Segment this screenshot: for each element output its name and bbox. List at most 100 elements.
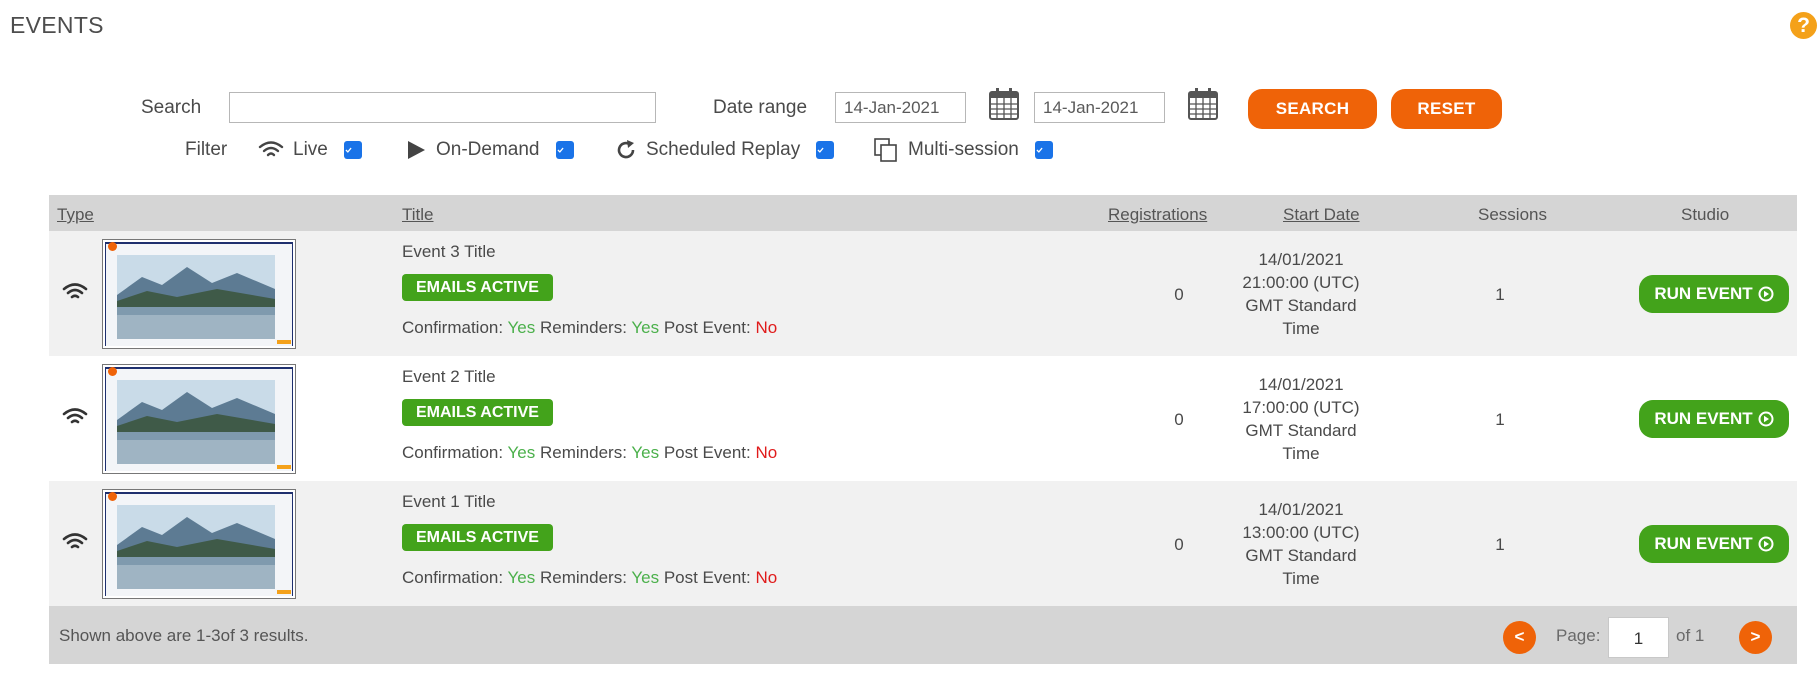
table-row: Event 3 Title EMAILS ACTIVE Confirmation… <box>49 231 1797 356</box>
run-event-label: RUN EVENT <box>1654 284 1753 303</box>
sessions-count: 1 <box>1495 285 1505 304</box>
reminders-value: Yes <box>631 568 660 587</box>
search-input[interactable] <box>229 92 656 123</box>
table-footer: Shown above are 1-3of 3 results. < Page:… <box>49 606 1797 664</box>
run-event-label: RUN EVENT <box>1654 409 1753 428</box>
event-title[interactable]: Event 2 Title <box>402 367 496 387</box>
play-circle-icon <box>1758 536 1774 552</box>
table-row: Event 1 Title EMAILS ACTIVE Confirmation… <box>49 481 1797 606</box>
replay-icon <box>617 140 635 159</box>
reset-button[interactable]: RESET <box>1391 89 1502 129</box>
page-label: Page: <box>1556 626 1601 645</box>
landscape-image <box>117 505 275 589</box>
filter-multi-session-checkbox[interactable] <box>1034 141 1053 159</box>
filter-live[interactable]: Live <box>258 136 362 164</box>
table-header: Type Title Registrations Start Date Sess… <box>49 195 1797 231</box>
page-number-input[interactable]: 1 <box>1608 617 1669 658</box>
header-start-date[interactable]: Start Date <box>1283 205 1360 225</box>
date-to-input[interactable] <box>1034 92 1165 123</box>
filter-on-demand-checkbox[interactable] <box>555 141 574 159</box>
header-registrations[interactable]: Registrations <box>1108 205 1207 225</box>
play-circle-icon <box>1758 286 1774 302</box>
page-total: of 1 <box>1676 626 1705 645</box>
registrations-count: 0 <box>1174 410 1184 429</box>
start-date-timezone-suffix: Time <box>1282 319 1320 338</box>
event-thumbnail[interactable] <box>102 364 296 474</box>
next-page-button[interactable]: > <box>1739 621 1772 654</box>
filter-live-label: Live <box>293 139 328 160</box>
header-title[interactable]: Title <box>402 205 434 225</box>
landscape-image <box>117 255 275 339</box>
start-date-timezone-suffix: Time <box>1282 569 1320 588</box>
start-date-time: 17:00:00 (UTC) <box>1242 398 1360 417</box>
calendar-icon[interactable] <box>1186 87 1220 121</box>
post-event-label: Post Event: <box>663 568 751 587</box>
landscape-image <box>117 380 275 464</box>
post-event-value: No <box>755 318 778 337</box>
filter-scheduled-replay-label: Scheduled Replay <box>646 139 801 160</box>
table-row: Event 2 Title EMAILS ACTIVE Confirmation… <box>49 356 1797 481</box>
header-type[interactable]: Type <box>57 205 94 225</box>
search-button[interactable]: SEARCH <box>1248 89 1377 129</box>
post-event-label: Post Event: <box>663 318 751 337</box>
emails-active-badge: EMAILS ACTIVE <box>402 524 553 551</box>
header-studio: Studio <box>1681 205 1730 224</box>
run-event-button[interactable]: RUN EVENT <box>1639 525 1789 563</box>
events-table: Type Title Registrations Start Date Sess… <box>49 195 1797 664</box>
wifi-icon <box>62 283 88 299</box>
start-date: 14/01/2021 13:00:00 (UTC) GMT Standard T… <box>1221 498 1381 590</box>
check-icon <box>345 147 352 153</box>
start-date-time: 21:00:00 (UTC) <box>1242 273 1360 292</box>
run-event-button[interactable]: RUN EVENT <box>1639 275 1789 313</box>
filter-scheduled-replay[interactable]: Scheduled Replay <box>615 136 835 164</box>
confirmation-label: Confirmation: <box>402 443 504 462</box>
event-thumbnail[interactable] <box>102 239 296 349</box>
post-event-label: Post Event: <box>663 443 751 462</box>
confirmation-label: Confirmation: <box>402 318 504 337</box>
page-title: EVENTS <box>10 12 104 38</box>
event-title[interactable]: Event 3 Title <box>402 242 496 262</box>
start-date-timezone: GMT Standard <box>1245 421 1357 440</box>
start-date-day: 14/01/2021 <box>1258 500 1344 519</box>
filter-multi-session-label: Multi-session <box>908 139 1019 160</box>
confirmation-value: Yes <box>507 318 536 337</box>
date-range-label: Date range <box>713 97 808 118</box>
confirmation-value: Yes <box>507 568 536 587</box>
run-event-button[interactable]: RUN EVENT <box>1639 400 1789 438</box>
search-label: Search <box>141 97 202 118</box>
event-thumbnail[interactable] <box>102 489 296 599</box>
registrations-count: 0 <box>1174 285 1184 304</box>
wifi-icon <box>258 141 284 157</box>
start-date-timezone-suffix: Time <box>1282 444 1320 463</box>
filter-multi-session[interactable]: Multi-session <box>873 136 1053 164</box>
sessions-count: 1 <box>1495 535 1505 554</box>
reminders-label: Reminders: <box>540 568 627 587</box>
help-icon[interactable]: ? <box>1790 12 1817 39</box>
run-event-label: RUN EVENT <box>1654 534 1753 553</box>
calendar-icon[interactable] <box>987 87 1021 121</box>
copy-icon <box>874 138 897 162</box>
email-status-line: Confirmation: Yes Reminders: Yes Post Ev… <box>402 318 777 338</box>
filter-label: Filter <box>185 139 228 160</box>
filter-scheduled-replay-checkbox[interactable] <box>816 141 835 159</box>
check-icon <box>1036 147 1043 153</box>
reminders-value: Yes <box>631 443 660 462</box>
reminders-label: Reminders: <box>540 318 627 337</box>
emails-active-badge: EMAILS ACTIVE <box>402 399 553 426</box>
date-from-input[interactable] <box>835 92 966 123</box>
filter-on-demand-label: On-Demand <box>436 139 540 160</box>
start-date: 14/01/2021 21:00:00 (UTC) GMT Standard T… <box>1221 248 1381 340</box>
confirmation-value: Yes <box>507 443 536 462</box>
emails-active-badge: EMAILS ACTIVE <box>402 274 553 301</box>
header-sessions: Sessions <box>1478 205 1547 224</box>
results-summary: Shown above are 1-3of 3 results. <box>59 626 309 645</box>
email-status-line: Confirmation: Yes Reminders: Yes Post Ev… <box>402 568 777 588</box>
filter-live-checkbox[interactable] <box>343 141 362 159</box>
post-event-value: No <box>755 568 778 587</box>
filter-on-demand[interactable]: On-Demand <box>405 136 574 164</box>
event-title[interactable]: Event 1 Title <box>402 492 496 512</box>
wifi-icon <box>62 533 88 549</box>
prev-page-button[interactable]: < <box>1503 621 1536 654</box>
start-date-timezone: GMT Standard <box>1245 296 1357 315</box>
start-date-timezone: GMT Standard <box>1245 546 1357 565</box>
